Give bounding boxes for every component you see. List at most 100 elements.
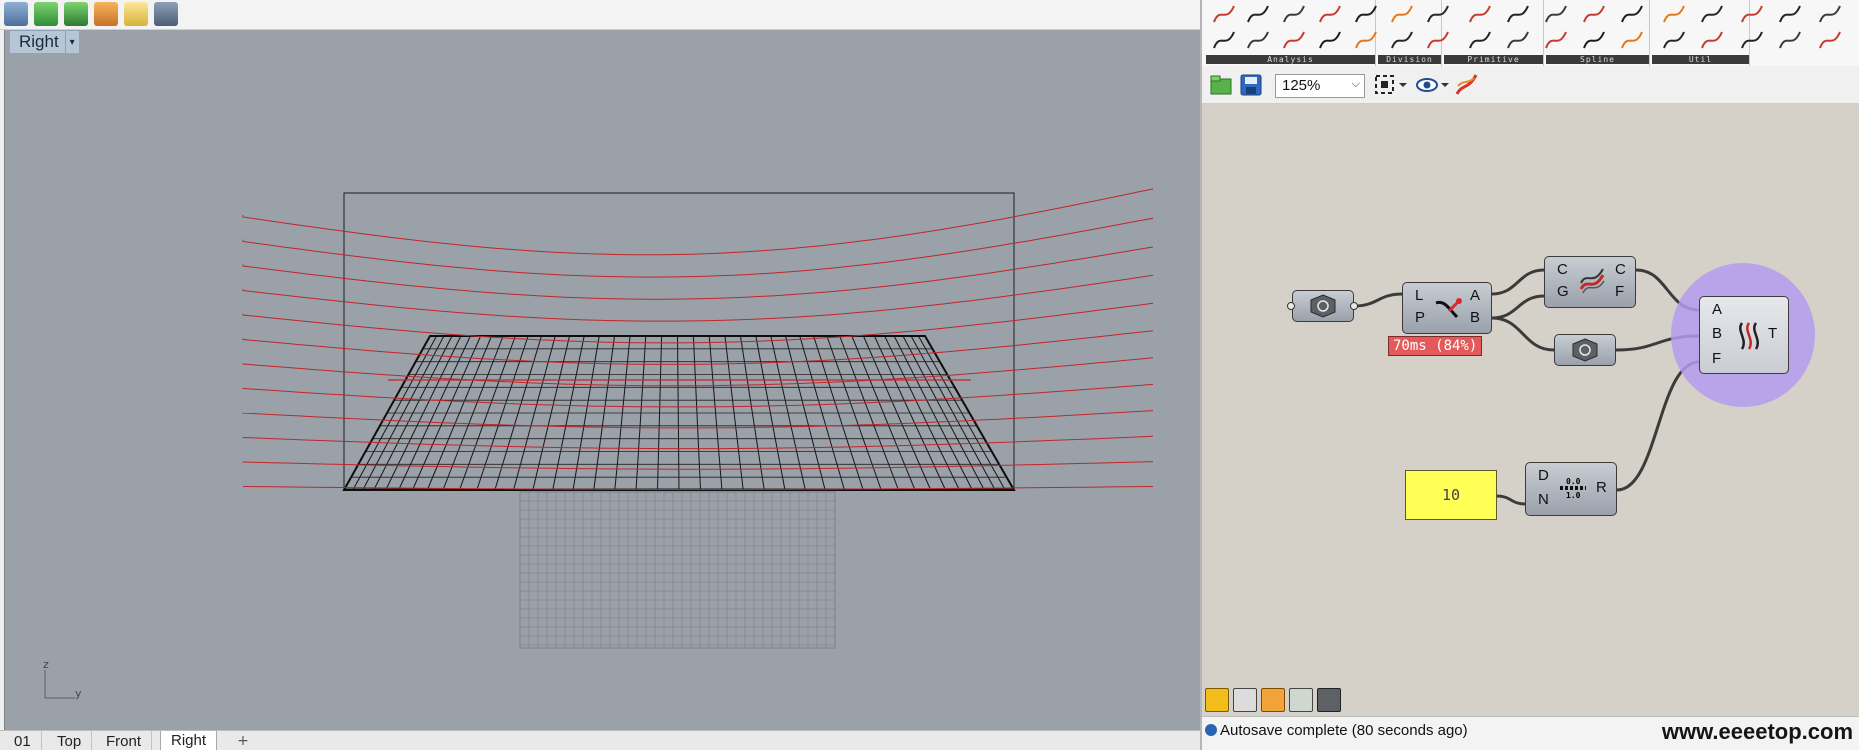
wave-icon[interactable] [1261, 688, 1285, 712]
viewport-tabs: 01 Top Front Right + [0, 730, 1200, 750]
port-r: R [1596, 479, 1607, 496]
port-a: A [1712, 301, 1723, 318]
ribbon-tool-icon[interactable] [1507, 5, 1529, 23]
ribbon-tool-icon[interactable] [1779, 31, 1801, 49]
flow-curve [242, 188, 1154, 256]
flow-curve [242, 246, 1154, 300]
port-b: B [1712, 325, 1723, 342]
grid-border [519, 491, 836, 649]
ribbon-tool-icon[interactable] [1583, 31, 1605, 49]
tab-top[interactable]: Top [47, 731, 93, 750]
tab-right[interactable]: Right [160, 731, 218, 750]
eval-curve-component[interactable]: L P A B [1402, 282, 1492, 334]
ribbon-tool-icon[interactable] [1319, 5, 1341, 23]
ribbon-tool-icons[interactable] [1202, 0, 1859, 56]
viewport-title[interactable]: Right [10, 32, 65, 52]
ribbon-tool-icon[interactable] [1545, 31, 1567, 49]
ribbon-tool-icon[interactable] [1701, 31, 1723, 49]
port-c-out: C [1615, 261, 1626, 278]
gh-status-bar: Autosave complete (80 seconds ago) www.e… [1202, 716, 1859, 750]
extrude-icon[interactable] [154, 2, 178, 26]
box-icon[interactable] [4, 2, 28, 26]
gh-canvas[interactable]: L P A B 70ms (84%) C G C F A B F T 10 D … [1202, 104, 1859, 684]
hex-param-icon[interactable] [1317, 688, 1341, 712]
zoom-extents-icon[interactable] [1374, 74, 1410, 96]
ribbon-tool-icon[interactable] [1283, 31, 1305, 49]
ribbon-tool-icon[interactable] [1391, 5, 1413, 23]
rhino-toolbar [0, 0, 1200, 30]
ribbon-tool-icon[interactable] [1355, 5, 1377, 23]
number-panel[interactable]: 10 [1405, 470, 1497, 520]
hex-param-icon [1572, 338, 1598, 362]
ribbon-tool-icon[interactable] [1779, 5, 1801, 23]
viewport-title-tab[interactable]: Right ▾ [9, 30, 80, 54]
tab-01[interactable]: 01 [4, 731, 42, 750]
port-n: N [1538, 491, 1549, 508]
ribbon-tool-icon[interactable] [1621, 31, 1643, 49]
download-icon[interactable] [1233, 688, 1257, 712]
save-file-icon[interactable] [1240, 74, 1262, 96]
ribbon-tool-icon[interactable] [1701, 5, 1723, 23]
flow-curve [242, 217, 1154, 278]
ribbon-tool-icon[interactable] [1545, 5, 1567, 23]
sketch-brush-icon[interactable] [1454, 72, 1480, 98]
status-text: Autosave complete (80 seconds ago) [1220, 722, 1468, 739]
ribbon-tool-icon[interactable] [1663, 31, 1685, 49]
ribbon-tool-icon[interactable] [1469, 5, 1491, 23]
rhino-viewport-right[interactable]: Right ▾ z y [4, 30, 1200, 730]
wire-a-to-c [1491, 268, 1545, 296]
port-d: D [1538, 467, 1549, 484]
wire-range-to-f [1616, 360, 1700, 492]
open-file-icon[interactable] [1210, 74, 1232, 96]
port-b: B [1470, 309, 1481, 326]
watermark: www.eeeetop.com [1661, 719, 1853, 744]
tween-component[interactable]: A B F T [1699, 296, 1789, 374]
wire-curve-to-eval [1353, 292, 1403, 308]
ribbon-tool-icon[interactable] [1583, 5, 1605, 23]
add-tab-icon[interactable]: + [232, 731, 254, 750]
ribbon-tool-icon[interactable] [1247, 31, 1269, 49]
ribbon-tool-icon[interactable] [1507, 31, 1529, 49]
ribbon-tool-icon[interactable] [1741, 31, 1763, 49]
zoom-value: 125% [1282, 77, 1321, 94]
ribbon-tool-icon[interactable] [1819, 5, 1841, 23]
ribbon-tool-icon[interactable] [1427, 5, 1449, 23]
ribbon-tool-icon[interactable] [1819, 31, 1841, 49]
ribbon-tool-icon[interactable] [1427, 31, 1449, 49]
bake-icon[interactable] [1205, 688, 1229, 712]
ribbon-group-label: Analysis [1206, 55, 1375, 64]
ribbon-tool-icon[interactable] [1469, 31, 1491, 49]
info-icon [1205, 724, 1217, 736]
surface-icon[interactable] [124, 2, 148, 26]
port-c-in: C [1557, 261, 1568, 278]
port-t: T [1768, 325, 1778, 342]
ribbon-tool-icon[interactable] [1355, 31, 1377, 49]
zoom-select[interactable]: 125% ⌵ [1275, 74, 1365, 98]
ribbon-tool-icon[interactable] [1319, 31, 1341, 49]
range-component[interactable]: D N R 0.0 1.0 [1525, 462, 1617, 516]
preview-eye-icon[interactable] [1416, 74, 1452, 96]
solid-icon[interactable] [34, 2, 58, 26]
port-f: F [1615, 283, 1625, 300]
curve-param-component[interactable] [1292, 290, 1354, 322]
ribbon-tool-icon[interactable] [1213, 5, 1235, 23]
input-pin[interactable] [1287, 302, 1295, 310]
ribbon-tool-icon[interactable] [1283, 5, 1305, 23]
port-p: P [1415, 309, 1426, 326]
hex-param-icon [1310, 294, 1336, 318]
ribbon-tool-icon[interactable] [1247, 5, 1269, 23]
grasshopper-panel: Analysis Division Primitive Spline Util [1200, 0, 1859, 750]
viewport-menu-arrow-icon[interactable]: ▾ [64, 31, 79, 53]
curve-frames-component[interactable]: C G C F [1544, 256, 1636, 308]
ribbon-tool-icon[interactable] [1213, 31, 1235, 49]
ribbon-tool-icon[interactable] [1621, 5, 1643, 23]
param-component[interactable] [1554, 334, 1616, 366]
output-pin[interactable] [1350, 302, 1358, 310]
ribbon-tool-icon[interactable] [1741, 5, 1763, 23]
cylinder-icon[interactable] [64, 2, 88, 26]
cone-icon[interactable] [94, 2, 118, 26]
ribbon-tool-icon[interactable] [1663, 5, 1685, 23]
ribbon-tool-icon[interactable] [1391, 31, 1413, 49]
tab-front[interactable]: Front [96, 731, 153, 750]
minmax-icon[interactable] [1289, 688, 1313, 712]
